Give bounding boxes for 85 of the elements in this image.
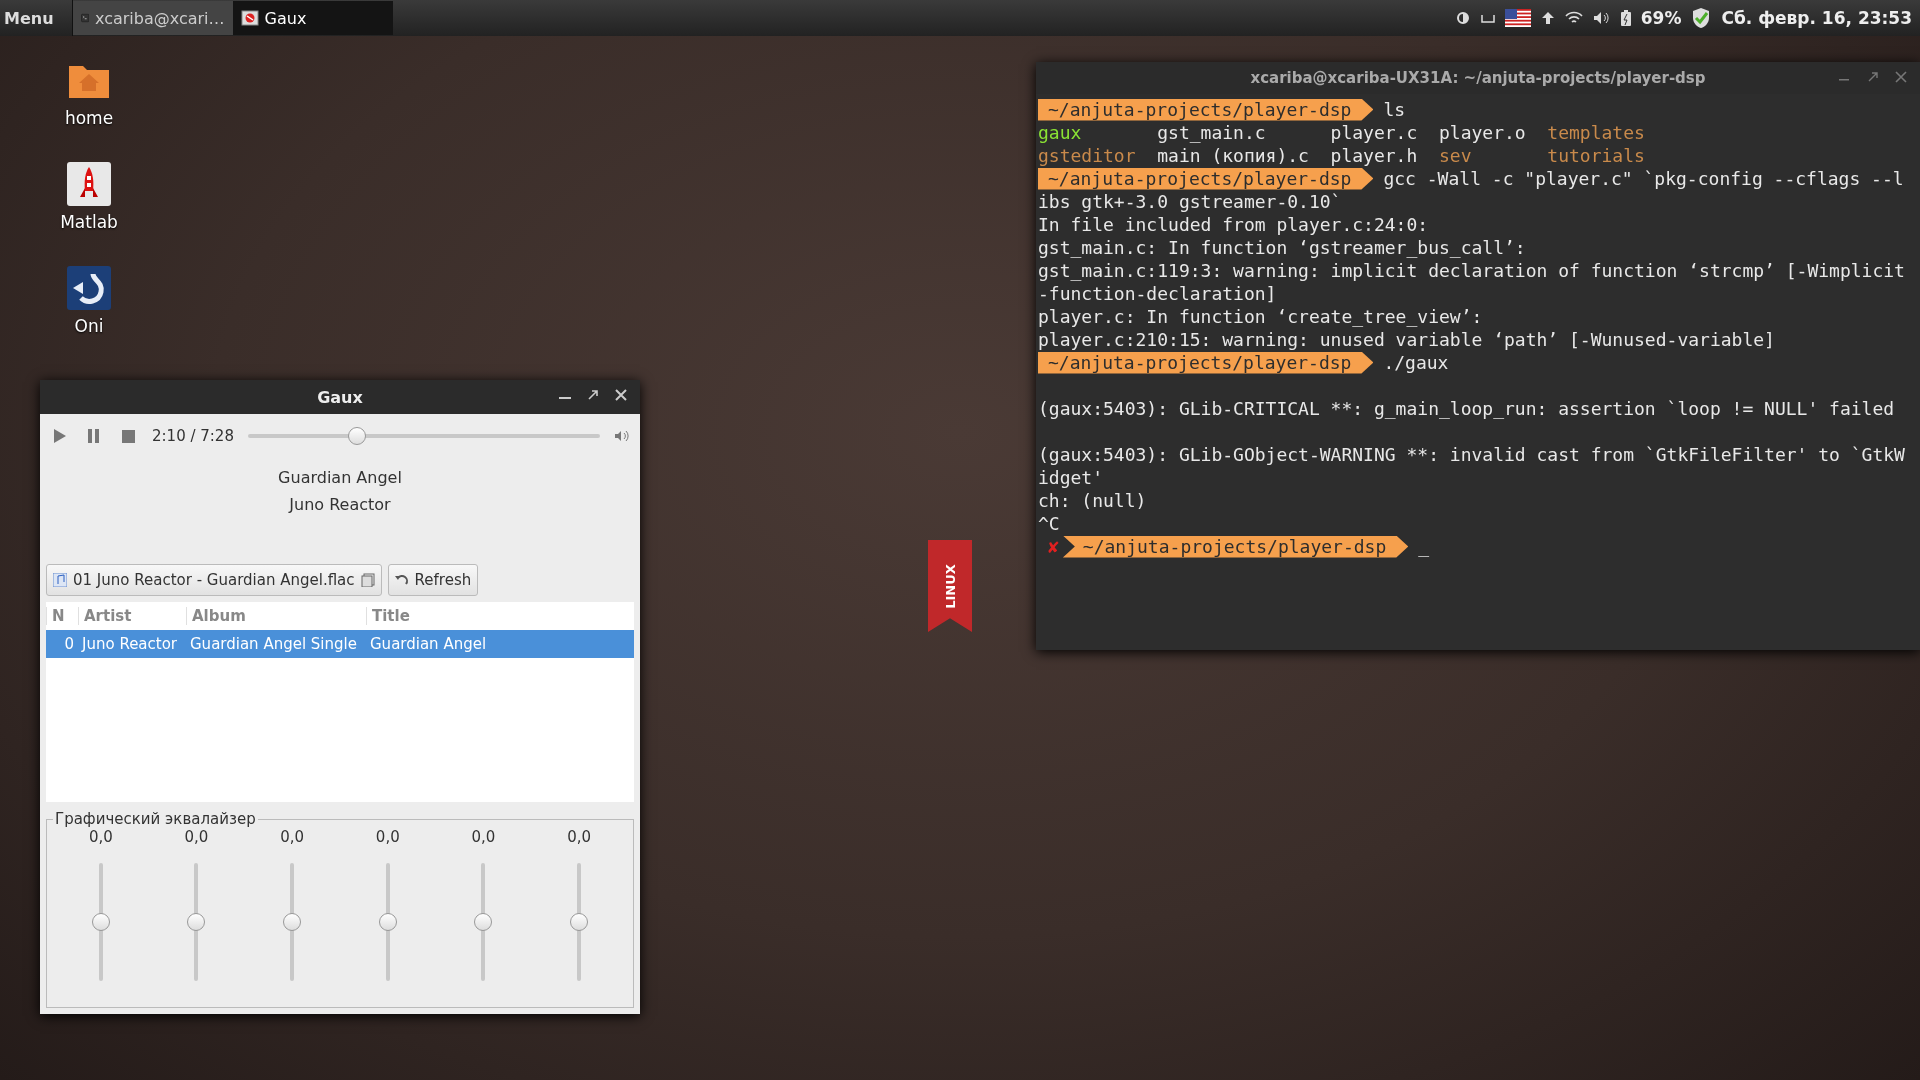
file-name: tutorials (1547, 144, 1646, 167)
file-name: main (копия).c (1157, 144, 1310, 167)
terminal-output: player.c: In function ‘create_tree_view’: (1038, 305, 1483, 328)
upload-arrow-icon[interactable] (1540, 11, 1555, 25)
rocket-icon (67, 162, 111, 206)
file-name: gaux (1038, 121, 1083, 144)
window-title: Gaux (317, 387, 363, 407)
battery-icon[interactable] (1620, 10, 1631, 26)
table-cell-text: Juno Reactor (80, 635, 179, 653)
band-value: 0,0 (88, 828, 113, 846)
file-name: player.o (1438, 121, 1527, 144)
window-title: xcariba@xcariba-UX31A: ~/anjuta-projects/player-dsp (1250, 69, 1706, 87)
equalizer-label: Графический эквалайзер (54, 810, 257, 828)
terminal-output: ^C (1038, 512, 1060, 535)
column-header[interactable]: Album (186, 607, 366, 625)
file-name: templates (1547, 121, 1646, 144)
desktop-icon-label[interactable]: home (64, 108, 114, 128)
slider-thumb[interactable] (91, 913, 110, 931)
file-name: gst_main.c (1157, 121, 1267, 144)
slider-thumb[interactable] (187, 913, 206, 931)
prompt-path: ~/anjuta-projects/player-dsp (1038, 167, 1374, 190)
table-cell-text: Guardian Angel (369, 635, 488, 653)
terminal-output: idget' (1038, 466, 1104, 489)
prompt-path: ~/anjuta-projects/player-dsp (1038, 98, 1374, 121)
refresh-icon (394, 573, 409, 587)
refresh-button[interactable]: Refresh (387, 564, 479, 596)
terminal-command: ./gaux (1383, 351, 1449, 374)
table-cell-text: 0 (63, 635, 75, 653)
slider-thumb[interactable] (378, 913, 397, 931)
desktop-icon-label[interactable]: Matlab (60, 212, 118, 232)
terminal-command: ls (1383, 98, 1406, 121)
file-name: sev (1438, 144, 1473, 167)
column-header[interactable]: N (46, 607, 78, 625)
terminal-output: player.c:210:15: warning: unused variable ‘path’ [-Wunused-variable] (1038, 328, 1775, 351)
prompt-path: ~/anjuta-projects/player-dsp (1062, 535, 1409, 558)
close-icon[interactable] (615, 389, 627, 401)
slider-thumb[interactable] (474, 913, 493, 931)
keyboard-icon[interactable] (1480, 13, 1495, 23)
battery-percentage: 69% (1640, 8, 1682, 28)
app-icon (240, 9, 259, 27)
ribbon-text: LINUX (942, 563, 958, 609)
menu-button[interactable]: Menu (0, 0, 73, 36)
seek-slider[interactable] (247, 427, 600, 445)
terminal-output: gst_main.c: In function ‘gstreamer_bus_call’: (1038, 236, 1526, 259)
prompt-path: ~/anjuta-projects/player-dsp (1038, 351, 1374, 374)
band-value: 0,0 (471, 828, 496, 846)
wifi-icon[interactable] (1564, 11, 1583, 25)
terminal-output: -function-declaration] (1038, 282, 1277, 305)
terminal-output: gst_main.c:119:3: warning: implicit declaration of function ‘strcmp’ [-Wimplicit (1038, 259, 1905, 282)
terminal-output: ch: (null) (1038, 489, 1147, 512)
terminal-output: In file included from player.c:24:0: (1038, 213, 1429, 236)
volume-icon[interactable] (1592, 11, 1611, 25)
terminal-output: (gaux:5403): GLib-CRITICAL **: g_main_loop_run: assertion `loop != NULL' failed (1038, 397, 1895, 420)
playback-time: 2:10 / 7:28 (152, 427, 234, 445)
file-name: player.c (1330, 121, 1419, 144)
document-icon (360, 573, 375, 587)
terminal-command: gcc -Wall -c "player.c" `pkg-config --cflags --l (1383, 167, 1904, 190)
desktop-icon-label[interactable]: Oni (74, 316, 104, 336)
band-value: 0,0 (280, 828, 305, 846)
maximize-icon[interactable] (587, 389, 599, 401)
band-value: 0,0 (375, 828, 400, 846)
shield-check-icon[interactable] (1691, 7, 1712, 29)
column-header[interactable]: Title (366, 607, 634, 625)
slider-thumb[interactable] (283, 913, 302, 931)
brightness-icon[interactable] (1454, 10, 1471, 26)
slider-thumb[interactable] (348, 427, 367, 445)
terminal-output: (gaux:5403): GLib-GObject-WARNING **: invalid cast from `GtkFileFilter' to `GtkW (1038, 443, 1905, 466)
taskbar-button[interactable]: xcariba@xcari… (72, 1, 233, 35)
song-title: Guardian Angel (278, 468, 402, 487)
audio-file-icon (53, 573, 67, 587)
band-value: 0,0 (567, 828, 592, 846)
table-cell-text: Guardian Angel Single (189, 635, 358, 653)
terminal-output: ibs gtk+-3.0 gstreamer-0.10` (1038, 190, 1342, 213)
band-value: 0,0 (184, 828, 209, 846)
flag-icon[interactable] (1504, 9, 1531, 27)
error-mark: ✘ (1048, 535, 1059, 558)
slider-thumb[interactable] (570, 913, 589, 931)
column-header[interactable]: Artist (78, 607, 186, 625)
file-name: gsteditor (1038, 144, 1137, 167)
file-name: player.h (1330, 144, 1419, 167)
clock[interactable]: Сб. февр. 16, 23:53 (1721, 8, 1912, 28)
file-chooser-button[interactable]: 01 Juno Reactor - Guardian Angel.flac (46, 564, 382, 596)
terminal-cursor: _ (1418, 535, 1430, 558)
taskbar-button[interactable]: Gaux (232, 1, 393, 35)
artist-name: Juno Reactor (289, 495, 391, 514)
